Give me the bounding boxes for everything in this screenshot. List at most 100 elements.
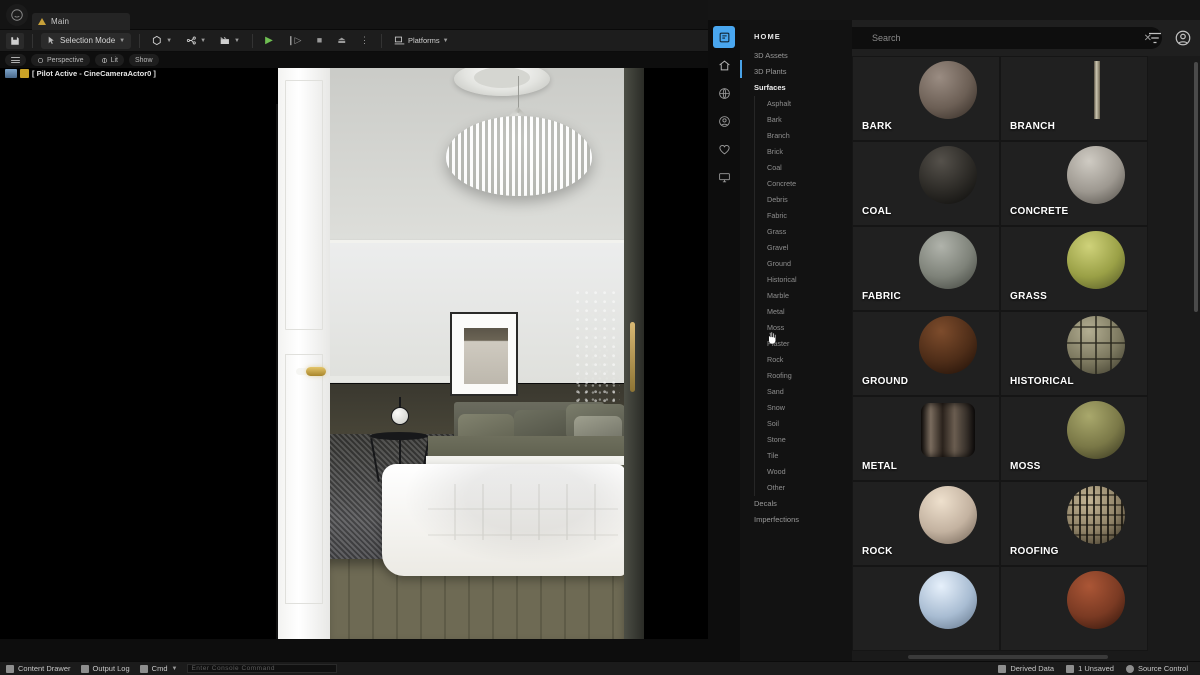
subcategory-grass[interactable]: Grass <box>755 224 852 240</box>
subcategory-marble[interactable]: Marble <box>755 288 852 304</box>
asset-label: COAL <box>862 206 892 217</box>
home-icon[interactable] <box>713 54 735 76</box>
asset-label: MOSS <box>1010 461 1041 472</box>
material-preview-sphere <box>1067 146 1125 204</box>
show-dropdown[interactable]: Show <box>128 54 159 66</box>
more-options-button[interactable]: ⋮ <box>356 33 373 49</box>
subcategory-tile[interactable]: Tile <box>755 448 852 464</box>
subcategory-plaster[interactable]: Plaster <box>755 336 852 352</box>
subcategory-branch[interactable]: Branch <box>755 128 852 144</box>
subcategory-rock[interactable]: Rock <box>755 352 852 368</box>
category-3d-assets[interactable]: 3D Assets <box>740 47 852 63</box>
output-log-label: Output Log <box>92 664 130 673</box>
viewport-left-border <box>276 104 278 639</box>
console-command-input[interactable]: Enter Console Command <box>187 664 338 673</box>
material-preview-sphere <box>1067 316 1125 374</box>
material-preview-stick <box>1094 61 1100 119</box>
level-viewport[interactable] <box>0 52 708 639</box>
pilot-indicator[interactable]: [ Pilot Active - CineCameraActor0 ] <box>0 67 708 79</box>
asset-card-metal[interactable]: METAL <box>852 396 1000 481</box>
subcategory-stone[interactable]: Stone <box>755 432 852 448</box>
subcategory-roofing[interactable]: Roofing <box>755 368 852 384</box>
eject-button[interactable]: ⏏ <box>333 33 350 49</box>
play-button[interactable]: ▶ <box>261 33 277 49</box>
stop-button[interactable]: ■ <box>311 33 327 49</box>
category-3d-plants[interactable]: 3D Plants <box>740 63 852 79</box>
asset-grid[interactable]: BARK BRANCH COAL CONCRETE FABRIC GRASS G… <box>852 56 1200 661</box>
library-icon[interactable] <box>713 26 735 48</box>
asset-card-bark[interactable]: BARK <box>852 56 1000 141</box>
monitor-icon[interactable] <box>713 166 735 188</box>
subcategory-bark[interactable]: Bark <box>755 112 852 128</box>
subcategory-debris[interactable]: Debris <box>755 192 852 208</box>
status-bar-right: Derived Data 1 Unsaved Source Control <box>998 664 1194 673</box>
toolbar-divider-3 <box>251 33 253 48</box>
subcategory-concrete[interactable]: Concrete <box>755 176 852 192</box>
eject-icon: ⏏ <box>337 35 346 45</box>
grid-row: BARK BRANCH <box>852 56 1200 141</box>
asset-card-concrete[interactable]: CONCRETE <box>1000 141 1148 226</box>
subcategory-fabric[interactable]: Fabric <box>755 208 852 224</box>
subcategory-metal[interactable]: Metal <box>755 304 852 320</box>
asset-card-snow[interactable] <box>852 566 1000 651</box>
surfaces-subcategory-list: Asphalt Bark Branch Brick Coal Concrete … <box>754 95 852 496</box>
asset-card-branch[interactable]: BRANCH <box>1000 56 1148 141</box>
vertical-scrollbar[interactable] <box>1194 62 1198 312</box>
derived-data-button[interactable]: Derived Data <box>998 664 1054 673</box>
material-preview-sphere <box>1067 401 1125 459</box>
globe-icon[interactable] <box>713 82 735 104</box>
content-drawer-button[interactable]: Content Drawer <box>6 664 71 673</box>
viewport-menu-icon[interactable] <box>5 54 26 66</box>
platforms-button[interactable]: Platforms ▼ <box>390 33 453 49</box>
subcategory-gravel[interactable]: Gravel <box>755 240 852 256</box>
subcategory-other[interactable]: Other <box>755 480 852 496</box>
category-decals[interactable]: Decals <box>740 496 852 512</box>
create-actor-button[interactable]: ▼ <box>148 33 176 49</box>
asset-card-ground[interactable]: GROUND <box>852 311 1000 396</box>
asset-card-roofing[interactable]: ROOFING <box>1000 481 1148 566</box>
skip-button[interactable]: ❙▷ <box>283 33 305 49</box>
perspective-dropdown[interactable]: Perspective <box>31 54 90 66</box>
unreal-logo-icon[interactable] <box>6 4 28 26</box>
asset-card-soil[interactable] <box>1000 566 1148 651</box>
editor-tab-main[interactable]: Main <box>32 13 130 30</box>
search-input[interactable]: Search ✕ <box>852 27 1162 49</box>
selection-mode-dropdown[interactable]: Selection Mode ▼ <box>41 32 132 49</box>
cmd-dropdown[interactable]: Cmd ▼ <box>139 664 177 673</box>
asset-card-grass[interactable]: GRASS <box>1000 226 1148 311</box>
source-control-button[interactable]: Source Control <box>1125 664 1188 673</box>
subcategory-brick[interactable]: Brick <box>755 144 852 160</box>
asset-card-moss[interactable]: MOSS <box>1000 396 1148 481</box>
lit-dropdown[interactable]: Lit <box>94 54 124 66</box>
category-surfaces[interactable]: Surfaces <box>740 79 852 95</box>
asset-card-historical[interactable]: HISTORICAL <box>1000 311 1148 396</box>
output-log-button[interactable]: Output Log <box>80 664 130 673</box>
unreal-editor: Main Selection Mode ▼ ▼ ▼ ▼ ▶ ❙▷ ■ ⏏ ⋮ P… <box>0 0 708 675</box>
subcategory-moss[interactable]: Moss <box>755 320 852 336</box>
stop-icon: ■ <box>316 35 323 45</box>
save-button[interactable] <box>6 32 24 49</box>
blueprint-button[interactable]: ▼ <box>182 33 210 49</box>
filter-icon[interactable] <box>1146 29 1164 47</box>
subcategory-asphalt[interactable]: Asphalt <box>755 96 852 112</box>
account-icon[interactable] <box>1174 29 1192 47</box>
asset-card-rock[interactable]: ROCK <box>852 481 1000 566</box>
subcategory-soil[interactable]: Soil <box>755 416 852 432</box>
subcategory-snow[interactable]: Snow <box>755 400 852 416</box>
account-icon[interactable] <box>713 110 735 132</box>
heart-icon[interactable] <box>713 138 735 160</box>
cinematics-button[interactable]: ▼ <box>216 33 244 49</box>
editor-tabbar: Main <box>0 0 708 30</box>
asset-card-coal[interactable]: COAL <box>852 141 1000 226</box>
horizontal-scrollbar[interactable] <box>908 655 1108 659</box>
unsaved-button[interactable]: 1 Unsaved <box>1066 664 1114 673</box>
category-imperfections[interactable]: Imperfections <box>740 512 852 528</box>
subcategory-coal[interactable]: Coal <box>755 160 852 176</box>
asset-card-fabric[interactable]: FABRIC <box>852 226 1000 311</box>
subcategory-wood[interactable]: Wood <box>755 464 852 480</box>
subcategory-ground[interactable]: Ground <box>755 256 852 272</box>
chevron-down-icon: ▼ <box>119 37 126 44</box>
toolbar-divider-2 <box>139 33 141 48</box>
subcategory-historical[interactable]: Historical <box>755 272 852 288</box>
subcategory-sand[interactable]: Sand <box>755 384 852 400</box>
